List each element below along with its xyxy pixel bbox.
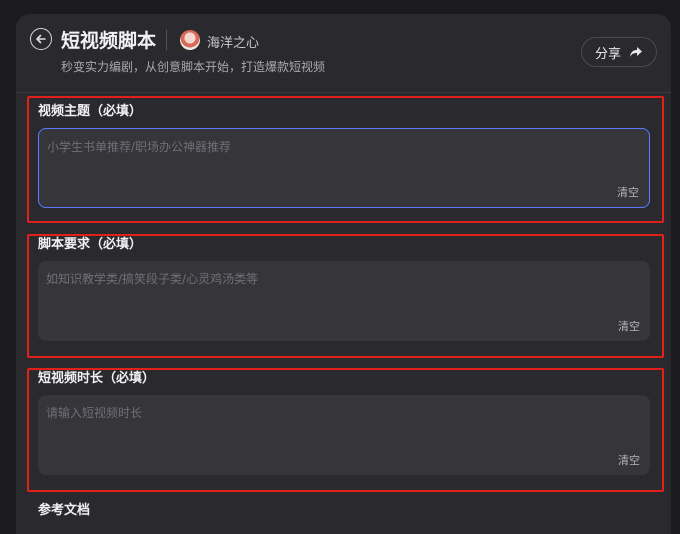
back-button[interactable]	[30, 28, 52, 50]
share-button[interactable]: 分享	[581, 37, 657, 67]
arrow-left-icon	[36, 34, 46, 44]
requirement-label: 脚本要求（必填）	[38, 237, 143, 252]
topic-label: 视频主题（必填）	[38, 104, 143, 119]
duration-placeholder: 请输入短视频时长	[46, 406, 143, 420]
page-subtitle: 秒变实力编剧，从创意脚本开始，打造爆款短视频	[61, 60, 326, 74]
topic-placeholder: 小学生书单推荐/职场办公神器推荐	[47, 140, 232, 154]
requirement-placeholder: 如知识教学类/搞笑段子类/心灵鸡汤类等	[46, 272, 259, 286]
avatar[interactable]	[180, 30, 200, 50]
topic-input[interactable]: 小学生书单推荐/职场办公神器推荐 清空	[38, 128, 650, 208]
page-title: 短视频脚本	[61, 30, 157, 52]
author-name[interactable]: 海洋之心	[207, 32, 259, 51]
header-divider	[166, 30, 167, 50]
topic-clear-button[interactable]: 清空	[617, 184, 639, 200]
app-window: 短视频脚本 海洋之心 秒变实力编剧，从创意脚本开始，打造爆款短视频 分享 视频主…	[16, 14, 671, 534]
header: 短视频脚本 海洋之心 秒变实力编剧，从创意脚本开始，打造爆款短视频 分享	[16, 14, 671, 93]
requirement-clear-button[interactable]: 清空	[618, 318, 640, 334]
requirement-input[interactable]: 如知识教学类/搞笑段子类/心灵鸡汤类等 清空	[38, 261, 650, 341]
share-arrow-icon	[630, 47, 642, 57]
duration-clear-button[interactable]: 清空	[618, 452, 640, 468]
duration-label: 短视频时长（必填）	[38, 371, 156, 386]
share-label: 分享	[594, 46, 621, 62]
reference-label: 参考文档	[38, 503, 91, 518]
duration-input[interactable]: 请输入短视频时长 清空	[38, 395, 650, 475]
